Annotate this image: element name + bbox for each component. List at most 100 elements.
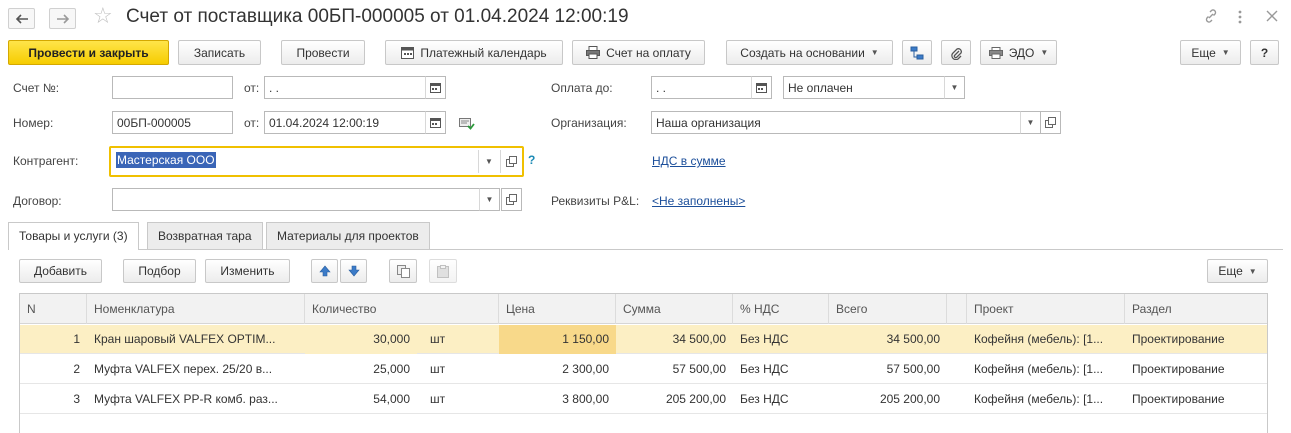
goods-table[interactable]: N Номенклатура Количество Цена Сумма % Н…	[19, 293, 1268, 433]
payment-calendar-label: Платежный календарь	[420, 45, 547, 60]
cell-project[interactable]: Кофейня (мебель): [1...	[967, 325, 1125, 354]
column-header-price[interactable]: Цена	[499, 294, 616, 324]
counterparty-open-button[interactable]	[500, 150, 521, 173]
cell-item[interactable]: Муфта VALFEX PP-R комб. раз...	[87, 385, 305, 414]
column-header-section[interactable]: Раздел	[1125, 294, 1269, 324]
forward-button[interactable]	[49, 8, 76, 29]
cell-unit: шт	[430, 362, 446, 376]
organization-field[interactable]: Наша организация	[651, 111, 1021, 134]
column-header-vat[interactable]: % НДС	[733, 294, 829, 324]
paste-button[interactable]	[429, 259, 457, 283]
tab-goods-services[interactable]: Товары и услуги (3)	[8, 222, 139, 250]
post-and-close-button[interactable]: Провести и закрыть	[8, 40, 169, 65]
cell-section[interactable]: Проектирование	[1125, 385, 1269, 414]
close-icon[interactable]	[1266, 10, 1278, 24]
payment-calendar-button[interactable]: Платежный календарь	[385, 40, 563, 65]
cell-vat[interactable]: Без НДС	[733, 355, 829, 384]
calendar-icon	[430, 83, 441, 93]
copy-button[interactable]	[389, 259, 417, 283]
help-button[interactable]: ?	[1250, 40, 1279, 65]
invoice-date-field[interactable]: . .	[264, 76, 426, 99]
pl-details-label: Реквизиты P&L:	[551, 194, 640, 208]
cell-n: 3	[73, 392, 80, 406]
more-vertical-icon[interactable]	[1238, 10, 1242, 26]
change-button[interactable]: Изменить	[205, 259, 290, 283]
calendar-icon	[756, 83, 767, 93]
cell-vat[interactable]: Без НДС	[733, 385, 829, 414]
column-header-total[interactable]: Всего	[829, 294, 947, 324]
arrow-up-icon	[318, 265, 331, 277]
paperclip-icon	[951, 47, 962, 60]
cell-section[interactable]: Проектирование	[1125, 355, 1269, 384]
column-header-sum[interactable]: Сумма	[616, 294, 733, 324]
cell-quantity[interactable]: 30,000	[305, 325, 417, 354]
pl-details-link[interactable]: <Не заполнены>	[652, 194, 745, 208]
table-row[interactable]: 3 Муфта VALFEX PP-R комб. раз... 54,000 …	[20, 385, 1267, 414]
cell-quantity[interactable]: 54,000	[305, 385, 417, 414]
edo-button[interactable]: ЭДО ▼	[980, 40, 1057, 65]
move-down-button[interactable]	[340, 259, 367, 283]
cell-sum[interactable]: 34 500,00	[616, 325, 733, 354]
move-up-button[interactable]	[311, 259, 338, 283]
favorite-star-icon[interactable]: ☆	[93, 5, 113, 27]
column-header-item[interactable]: Номенклатура	[87, 294, 305, 324]
back-button[interactable]	[8, 8, 35, 29]
organization-dropdown-button[interactable]: ▼	[1020, 111, 1041, 134]
tab-returnable-packaging[interactable]: Возвратная тара	[147, 222, 263, 249]
contract-open-button[interactable]	[501, 188, 522, 211]
payment-status-dropdown-button[interactable]: ▼	[944, 76, 965, 99]
cell-project[interactable]: Кофейня (мебель): [1...	[967, 355, 1125, 384]
column-header-quantity[interactable]: Количество	[305, 294, 499, 324]
post-button[interactable]: Провести	[281, 40, 365, 65]
contract-field[interactable]	[112, 188, 480, 211]
cell-section[interactable]: Проектирование	[1125, 325, 1269, 354]
cell-sum[interactable]: 205 200,00	[616, 385, 733, 414]
contract-dropdown-button[interactable]: ▼	[479, 188, 500, 211]
table-row[interactable]: 1 Кран шаровый VALFEX OPTIM... 30,000 шт…	[20, 325, 1267, 354]
table-row[interactable]: 2 Муфта VALFEX перех. 25/20 в... 25,000 …	[20, 355, 1267, 384]
cell-total: 34 500,00	[886, 332, 940, 346]
hierarchy-icon	[910, 46, 924, 59]
cell-price[interactable]: 1 150,00	[499, 325, 616, 354]
cell-project[interactable]: Кофейня (мебель): [1...	[967, 385, 1125, 414]
cell-item[interactable]: Кран шаровый VALFEX OPTIM...	[87, 325, 305, 354]
cell-sum[interactable]: 57 500,00	[616, 355, 733, 384]
link-icon[interactable]	[1203, 8, 1219, 26]
pick-button[interactable]: Подбор	[123, 259, 196, 283]
structure-button[interactable]	[902, 40, 932, 65]
cell-vat[interactable]: Без НДС	[733, 325, 829, 354]
cell-price[interactable]: 2 300,00	[499, 355, 616, 384]
date-calendar-button[interactable]	[425, 111, 446, 134]
write-button[interactable]: Записать	[178, 40, 261, 65]
date-field[interactable]: 01.04.2024 12:00:19	[264, 111, 426, 134]
add-row-button[interactable]: Добавить	[19, 259, 102, 283]
invoice-date-calendar-button[interactable]	[425, 76, 446, 99]
arrow-right-icon	[56, 13, 69, 24]
open-window-icon	[506, 194, 517, 205]
column-header-n[interactable]: N	[20, 294, 87, 324]
number-field[interactable]: 00БП-000005	[112, 111, 233, 134]
vat-in-sum-link[interactable]: НДС в сумме	[652, 154, 726, 168]
payment-status-select[interactable]: Не оплачен	[783, 76, 945, 99]
tab-project-materials[interactable]: Материалы для проектов	[266, 222, 430, 249]
column-header-project[interactable]: Проект	[967, 294, 1125, 324]
window-title: Счет от поставщика 00БП-000005 от 01.04.…	[126, 6, 629, 27]
pay-until-calendar-button[interactable]	[751, 76, 772, 99]
table-more-button[interactable]: Еще ▼	[1207, 259, 1268, 283]
pay-until-field[interactable]: . .	[651, 76, 752, 99]
cell-item[interactable]: Муфта VALFEX перех. 25/20 в...	[87, 355, 305, 384]
cell-quantity[interactable]: 25,000	[305, 355, 417, 384]
attachments-button[interactable]	[941, 40, 971, 65]
invoice-payment-button[interactable]: Счет на оплату	[572, 40, 705, 65]
invoice-no-field[interactable]	[112, 76, 233, 99]
organization-open-button[interactable]	[1040, 111, 1061, 134]
counterparty-field[interactable]: Мастерская ООО	[112, 149, 478, 174]
more-button[interactable]: Еще ▼	[1180, 40, 1241, 65]
counterparty-help-mark[interactable]: ?	[528, 153, 535, 167]
counterparty-dropdown-button[interactable]: ▼	[478, 150, 499, 173]
document-check-icon[interactable]	[459, 116, 475, 133]
cell-price[interactable]: 3 800,00	[499, 385, 616, 414]
invoice-payment-label: Счет на оплату	[606, 45, 691, 60]
create-based-on-button[interactable]: Создать на основании ▼	[726, 40, 893, 65]
change-label: Изменить	[220, 264, 275, 278]
